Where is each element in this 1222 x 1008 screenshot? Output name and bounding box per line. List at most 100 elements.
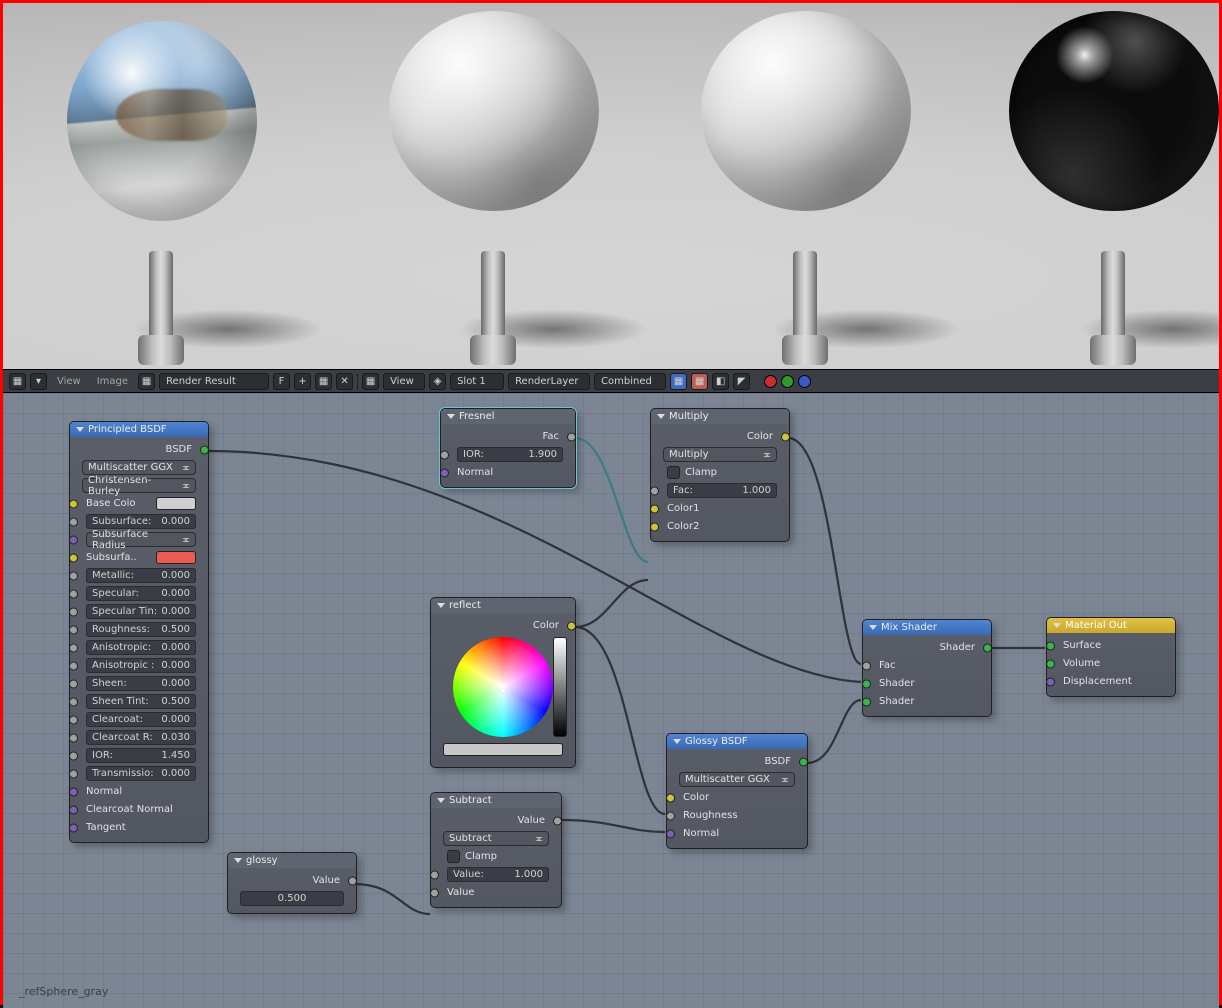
render-preview[interactable] [3,3,1219,369]
uv-icon[interactable]: ◈ [429,373,446,390]
socket-vector[interactable] [69,535,78,544]
node-subtract[interactable]: Subtract Value Subtract Clamp Value:1.00… [430,792,562,908]
socket-float[interactable] [666,811,675,820]
socket-shader[interactable] [1046,659,1055,668]
renderlayer-select[interactable]: RenderLayer [508,373,590,390]
socket-vector[interactable] [69,823,78,832]
socket-shader[interactable] [862,679,871,688]
node-header[interactable]: Glossy BSDF [667,734,807,749]
spec-tint-field[interactable]: Specular Tin:0.000 [86,604,196,619]
socket-float[interactable] [553,816,562,825]
view-mode[interactable]: View [383,373,425,390]
socket-float[interactable] [69,733,78,742]
expand-icon[interactable]: ▾ [30,373,47,390]
roughness-field[interactable]: Roughness:0.500 [86,622,196,637]
collapse-icon[interactable] [437,603,445,608]
socket-float[interactable] [69,571,78,580]
channel-blue-icon[interactable] [798,375,811,388]
collapse-icon[interactable] [234,858,242,863]
delete-image-icon[interactable]: ✕ [336,373,353,390]
transmission-field[interactable]: Transmissio:0.000 [86,766,196,781]
editor-type-icon[interactable]: ▦ [9,373,26,390]
socket-color[interactable] [69,499,78,508]
node-material-output[interactable]: Material Out Surface Volume Displacement [1046,617,1176,697]
socket-float[interactable] [440,450,449,459]
node-header[interactable]: Principled BSDF [70,422,208,437]
channel-green-icon[interactable] [781,375,794,388]
pin-icon[interactable]: ▦ [362,373,379,390]
collapse-icon[interactable] [673,739,681,744]
socket-float[interactable] [348,876,357,885]
socket-shader[interactable] [862,697,871,706]
sss-method-dropdown[interactable]: Christensen-Burley [82,478,196,493]
menu-view[interactable]: View [51,373,87,390]
socket-vector[interactable] [666,829,675,838]
channel-alpha-icon[interactable]: ◧ [712,373,729,390]
node-editor[interactable]: Principled BSDF BSDF Multiscatter GGX Ch… [3,393,1219,1008]
collapse-icon[interactable] [447,414,455,419]
add-image-icon[interactable]: + [294,373,311,390]
value-slider[interactable] [553,637,567,737]
clamp-checkbox[interactable] [667,466,680,479]
node-principled-bsdf[interactable]: Principled BSDF BSDF Multiscatter GGX Ch… [69,421,209,843]
socket-float[interactable] [430,888,439,897]
socket-vector[interactable] [1046,677,1055,686]
image-datablock[interactable]: Render Result [159,373,269,390]
socket-color[interactable] [650,522,659,531]
metallic-field[interactable]: Metallic:0.000 [86,568,196,583]
sheen-field[interactable]: Sheen:0.000 [86,676,196,691]
socket-float[interactable] [69,517,78,526]
socket-float[interactable] [567,432,576,441]
socket-float[interactable] [69,751,78,760]
blend-type-dropdown[interactable]: Multiply [663,447,777,462]
color-swatch[interactable] [443,743,563,756]
node-fresnel[interactable]: Fresnel Fac IOR:1.900 Normal [440,408,576,488]
channel-color-icon[interactable]: ▦ [691,373,708,390]
clearcoat-roughness-field[interactable]: Clearcoat R:0.030 [86,730,196,745]
aniso-rotation-field[interactable]: Anisotropic :0.000 [86,658,196,673]
node-glossy-value[interactable]: glossy Value 0.500 [227,852,357,914]
node-glossy-bsdf[interactable]: Glossy BSDF BSDF Multiscatter GGX Color … [666,733,808,849]
socket-float[interactable] [69,661,78,670]
socket-shader[interactable] [1046,641,1055,650]
collapse-icon[interactable] [1053,623,1061,628]
socket-vector[interactable] [69,805,78,814]
fake-user-button[interactable]: F [273,373,290,390]
ior-field[interactable]: IOR:1.900 [457,447,563,462]
sss-color-swatch[interactable] [156,551,196,564]
operation-dropdown[interactable]: Subtract [443,831,549,846]
color-wheel[interactable] [453,637,553,737]
socket-float[interactable] [69,769,78,778]
channel-red-icon[interactable] [764,375,777,388]
value1-field[interactable]: Value:1.000 [447,867,549,882]
socket-float[interactable] [650,486,659,495]
socket-color[interactable] [781,432,790,441]
socket-shader[interactable] [799,757,808,766]
node-mix-shader[interactable]: Mix Shader Shader Fac Shader Shader [862,619,992,717]
sss-radius-field[interactable]: Subsurface Radius [86,532,196,547]
pass-select[interactable]: Combined [594,373,666,390]
base-color-swatch[interactable] [156,497,196,510]
node-header[interactable]: Material Out [1047,618,1175,633]
distribution-dropdown[interactable]: Multiscatter GGX [82,460,196,475]
value-field[interactable]: 0.500 [240,891,344,906]
socket-shader[interactable] [983,643,992,652]
socket-float[interactable] [69,715,78,724]
node-header[interactable]: reflect [431,598,575,613]
distribution-dropdown[interactable]: Multiscatter GGX [679,772,795,787]
node-header[interactable]: Multiply [651,409,789,424]
socket-float[interactable] [69,679,78,688]
socket-float[interactable] [69,589,78,598]
socket-color[interactable] [666,793,675,802]
anisotropic-field[interactable]: Anisotropic:0.000 [86,640,196,655]
clearcoat-field[interactable]: Clearcoat:0.000 [86,712,196,727]
collapse-icon[interactable] [437,798,445,803]
socket-float[interactable] [862,661,871,670]
socket-color[interactable] [69,553,78,562]
node-reflect-rgb[interactable]: reflect Color [430,597,576,768]
socket-vector[interactable] [440,468,449,477]
socket-shader[interactable] [200,445,209,454]
ior-field[interactable]: IOR:1.450 [86,748,196,763]
specular-field[interactable]: Specular:0.000 [86,586,196,601]
collapse-icon[interactable] [76,427,84,432]
